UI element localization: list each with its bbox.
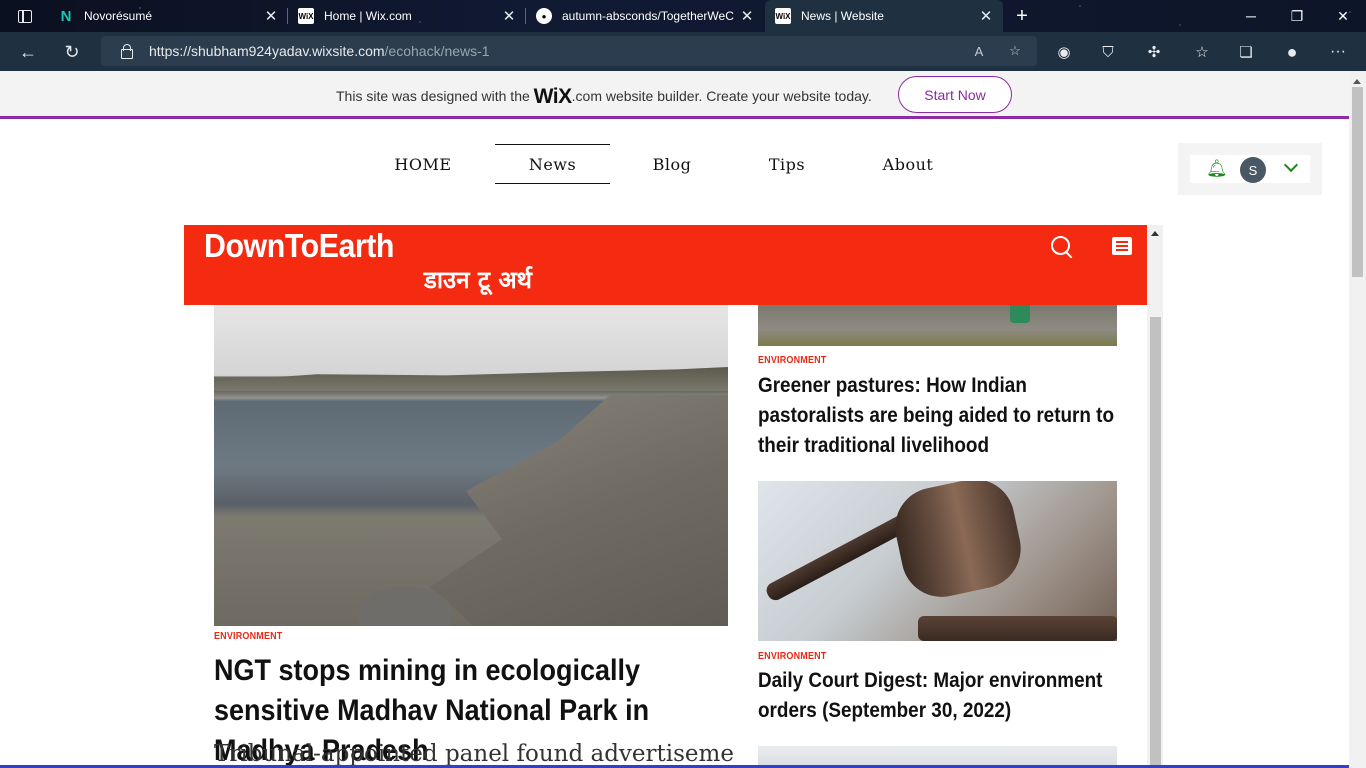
refresh-button[interactable]: ↻ bbox=[56, 36, 88, 68]
url-path: /ecohack/news-1 bbox=[384, 43, 490, 59]
notification-bell-icon[interactable]: 🔔︎ bbox=[1206, 159, 1228, 179]
main-story-category[interactable]: ENVIRONMENT bbox=[214, 631, 282, 642]
browser-tab-news-active[interactable]: WiX News | Website ✕ bbox=[765, 0, 1003, 32]
collections-icon[interactable]: ❏ bbox=[1230, 36, 1262, 68]
frame-scrollbar[interactable] bbox=[1147, 225, 1163, 768]
restore-button[interactable]: ❐ bbox=[1274, 0, 1320, 32]
lock-icon[interactable] bbox=[119, 44, 133, 59]
favorites-icon[interactable]: ☆ bbox=[1186, 36, 1218, 68]
browser-toolbar: ← ↻ https://shubham924yadav.wixsite.com … bbox=[0, 32, 1366, 71]
site-page: HOME News Blog Tips About 🔔︎ S DownToEar… bbox=[0, 122, 1349, 768]
nav-home[interactable]: HOME bbox=[380, 144, 466, 184]
dte-logo[interactable]: DownToEarth bbox=[204, 227, 394, 265]
banner-text-before: This site was designed with the bbox=[336, 88, 534, 104]
browser-tab-wix-home[interactable]: WiX Home | Wix.com ✕ bbox=[288, 0, 526, 32]
hamburger-menu-icon[interactable] bbox=[1112, 237, 1132, 255]
wix-banner-message: This site was designed with the WiX.com … bbox=[336, 85, 872, 109]
dte-header: DownToEarth डाउन टू अर्थ bbox=[184, 225, 1147, 305]
side-story-1-category[interactable]: ENVIRONMENT bbox=[758, 355, 826, 366]
minimize-button[interactable]: ─ bbox=[1228, 0, 1274, 32]
browser-tab-github[interactable]: ● autumn-absconds/TogetherWeC ✕ bbox=[526, 0, 764, 32]
banner-text-after: .com website builder. Create your websit… bbox=[571, 88, 872, 104]
nav-news[interactable]: News bbox=[495, 144, 610, 184]
extension-icon[interactable]: ◉ bbox=[1048, 36, 1080, 68]
member-controls: 🔔︎ S bbox=[1190, 155, 1310, 183]
new-tab-button[interactable]: + bbox=[1008, 0, 1036, 32]
embedded-news-frame[interactable]: DownToEarth डाउन टू अर्थ ENVIRONMENT NGT… bbox=[184, 225, 1163, 768]
nav-blog[interactable]: Blog bbox=[640, 144, 704, 184]
wix-logo: WiX bbox=[533, 85, 572, 108]
member-login-bar: 🔔︎ S bbox=[1178, 143, 1322, 195]
tab-title: autumn-absconds/TogetherWeC bbox=[562, 9, 734, 23]
wix-favicon-icon: WiX bbox=[775, 8, 791, 24]
tab-close-icon[interactable]: ✕ bbox=[260, 7, 282, 25]
tab-close-icon[interactable]: ✕ bbox=[498, 7, 520, 25]
chevron-down-icon[interactable] bbox=[1284, 161, 1298, 175]
tab-actions-icon[interactable] bbox=[8, 0, 42, 32]
tab-close-icon[interactable]: ✕ bbox=[975, 7, 997, 25]
frame-scroll-thumb[interactable] bbox=[1150, 317, 1161, 768]
address-bar[interactable]: https://shubham924yadav.wixsite.com /eco… bbox=[101, 36, 1037, 66]
wix-promo-banner: This site was designed with the WiX.com … bbox=[0, 71, 1349, 119]
search-icon[interactable] bbox=[1050, 235, 1074, 259]
add-favorite-icon[interactable]: ☆ bbox=[1005, 41, 1025, 61]
page-scrollbar[interactable] bbox=[1349, 71, 1366, 768]
main-story-deck: Tribunal-appointed panel found advertise… bbox=[214, 741, 734, 767]
page-scroll-thumb[interactable] bbox=[1352, 87, 1363, 277]
main-story-image[interactable] bbox=[214, 305, 728, 626]
side-story-2-headline[interactable]: Daily Court Digest: Major environment or… bbox=[758, 666, 1118, 726]
avatar[interactable]: S bbox=[1240, 157, 1266, 183]
tab-title: News | Website bbox=[801, 9, 884, 23]
novoresume-favicon-icon: N bbox=[60, 7, 72, 25]
dte-logo-hindi: डाउन टू अर्थ bbox=[424, 266, 533, 294]
github-favicon-icon: ● bbox=[536, 8, 552, 24]
browser-tab-novoresume[interactable]: N Novorésumé ✕ bbox=[48, 0, 288, 32]
shield-icon[interactable]: ⛉ bbox=[1092, 36, 1124, 68]
url-host: https://shubham924yadav.wixsite.com bbox=[149, 43, 385, 59]
extensions-puzzle-icon[interactable]: ✣ bbox=[1138, 36, 1170, 68]
nav-tips[interactable]: Tips bbox=[756, 144, 818, 184]
scroll-up-arrow-icon[interactable] bbox=[1151, 231, 1159, 236]
side-story-2-image[interactable] bbox=[758, 481, 1117, 641]
browser-tab-strip: N Novorésumé ✕ WiX Home | Wix.com ✕ ● au… bbox=[0, 0, 1366, 32]
side-story-1-headline[interactable]: Greener pastures: How Indian pastoralist… bbox=[758, 371, 1118, 461]
side-story-1-image[interactable] bbox=[758, 305, 1117, 346]
nav-about[interactable]: About bbox=[872, 144, 944, 184]
start-now-button[interactable]: Start Now bbox=[898, 76, 1012, 113]
side-story-2-category[interactable]: ENVIRONMENT bbox=[758, 651, 826, 662]
wix-favicon-icon: WiX bbox=[298, 8, 314, 24]
more-options-icon[interactable]: ··· bbox=[1322, 36, 1354, 68]
scroll-up-arrow-icon[interactable] bbox=[1353, 79, 1361, 84]
tab-title: Home | Wix.com bbox=[324, 9, 412, 23]
tab-close-icon[interactable]: ✕ bbox=[736, 7, 758, 25]
profile-icon[interactable]: ● bbox=[1276, 36, 1308, 68]
back-button[interactable]: ← bbox=[12, 36, 44, 68]
read-aloud-icon[interactable]: A bbox=[969, 41, 989, 61]
tab-title: Novorésumé bbox=[84, 9, 153, 23]
close-window-button[interactable]: ✕ bbox=[1320, 0, 1366, 32]
